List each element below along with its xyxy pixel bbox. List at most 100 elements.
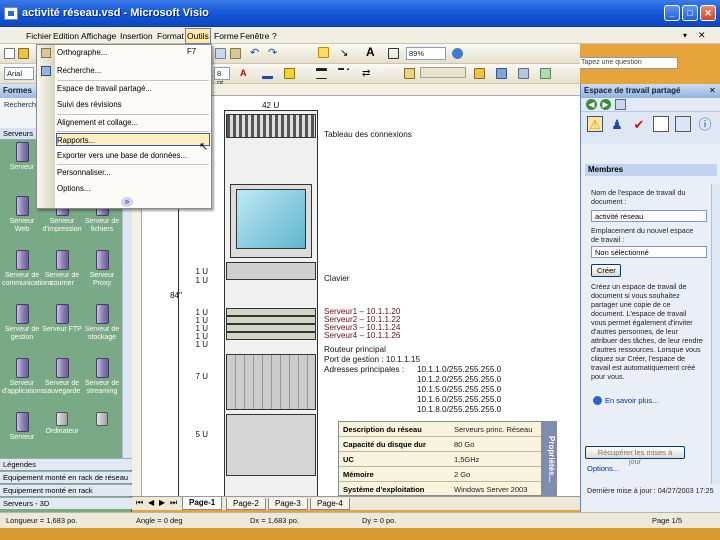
shape-item[interactable]: Serveur Proxy [82, 250, 122, 310]
workspace-name-input[interactable]: activité réseau [591, 210, 707, 222]
menu-affichage[interactable]: Affichage [81, 31, 116, 41]
server-3[interactable] [226, 324, 316, 332]
spell-icon[interactable] [230, 48, 241, 59]
status-icon[interactable]: ⚠ [587, 116, 603, 132]
links-icon[interactable] [675, 116, 691, 132]
property-value[interactable]: 1,5GHz [454, 455, 479, 464]
options-link[interactable]: Options... [587, 464, 619, 473]
new-icon[interactable] [4, 48, 15, 59]
location-select[interactable]: Non sélectionné [591, 246, 707, 258]
redo-icon[interactable]: ↷ [268, 48, 279, 59]
home-icon[interactable] [615, 99, 626, 110]
font-size-combo[interactable]: 8 pt [214, 67, 230, 87]
server-4[interactable] [226, 332, 316, 340]
storage-unit[interactable] [226, 414, 316, 476]
tab-page-3[interactable]: Page-3 [268, 498, 308, 510]
menu-item-personnaliser[interactable]: Personnaliser... [57, 166, 209, 179]
shape-item[interactable]: Serveur de courrier [42, 250, 82, 310]
menu-fenetre[interactable]: Fenêtre [240, 31, 269, 41]
menu-edition[interactable]: Edition [53, 31, 79, 41]
maximize-button[interactable]: □ [682, 5, 698, 21]
format-painter-icon[interactable] [404, 68, 415, 79]
line-pattern-icon[interactable] [338, 68, 349, 79]
fetch-updates-button[interactable]: Récupérer les mises à jour [585, 446, 685, 466]
layout-icon[interactable] [496, 68, 507, 79]
task-pane-scrollbar[interactable] [711, 184, 720, 484]
line-ends-icon[interactable]: ⇄ [362, 68, 373, 79]
menu-item-recherche[interactable]: Recherche... [57, 64, 209, 77]
property-value[interactable]: Serveurs princ. Réseau [454, 425, 532, 434]
shape-item[interactable]: Serveur de stockage [82, 304, 122, 364]
menu-item-options[interactable]: Options... [57, 182, 209, 195]
keyboard-shelf[interactable] [226, 262, 316, 280]
create-button[interactable]: Créer [591, 264, 621, 277]
learn-more-link[interactable]: En savoir plus... [605, 396, 658, 405]
ask-dropdown-icon[interactable]: ▾ [683, 31, 687, 40]
task-pane-close-icon[interactable]: ✕ [709, 86, 716, 95]
shape-item[interactable]: Serveur de streaming [82, 358, 122, 418]
stencil-footer-3[interactable]: Equipement monté en rack [0, 484, 132, 496]
property-value[interactable]: Windows Server 2003 [454, 485, 527, 494]
stencil-footer-1[interactable]: Légendes [0, 458, 132, 470]
connector-tool-icon[interactable]: ↘ [340, 48, 351, 59]
text-tool-icon[interactable]: A [366, 46, 377, 58]
menu-fichier[interactable]: Fichier [26, 31, 52, 41]
members-icon[interactable]: ♟ [609, 116, 625, 132]
zoom-combo[interactable]: 89% [406, 47, 446, 60]
line-weight-icon[interactable] [316, 68, 327, 79]
menu-format[interactable]: Format [157, 31, 184, 41]
fill-color-icon[interactable] [284, 68, 295, 79]
shape-properties-window[interactable]: Description du réseau Serveurs princ. Rés… [338, 421, 558, 496]
menu-item-workspace[interactable]: Espace de travail partagé... [57, 82, 209, 95]
font-combo[interactable]: Arial [4, 67, 34, 80]
rectangle-tool-icon[interactable] [388, 48, 399, 59]
next-page-icon[interactable]: ▶ [159, 498, 165, 507]
help-icon[interactable] [452, 48, 463, 59]
doc-close-icon[interactable]: ✕ [698, 30, 706, 41]
menu-item-rapports[interactable]: Rapports... [56, 133, 210, 146]
open-icon[interactable] [18, 48, 29, 59]
group-icon[interactable] [518, 68, 529, 79]
close-button[interactable]: ✕ [700, 5, 716, 21]
last-page-icon[interactable]: ⏭ [170, 498, 177, 508]
shape-item[interactable]: Serveur de communications [2, 250, 53, 310]
stencil-footer-4[interactable]: Serveurs - 3D [0, 497, 132, 509]
property-value[interactable]: 80 Go [454, 440, 474, 449]
shape-item[interactable]: Serveur d'applications [2, 358, 44, 418]
menu-insertion[interactable]: Insertion [120, 31, 153, 41]
menu-item-revisions[interactable]: Suivi des révisions [57, 98, 209, 111]
property-value[interactable]: 2 Go [454, 470, 470, 479]
monitor[interactable] [230, 184, 312, 258]
expand-menu-icon[interactable]: » [121, 197, 133, 207]
server-2[interactable] [226, 316, 316, 324]
style-combo[interactable] [420, 67, 466, 78]
patch-panel[interactable] [226, 114, 316, 138]
tab-page-1[interactable]: Page-1 [182, 497, 223, 510]
menu-help[interactable]: ? [272, 31, 277, 41]
tab-page-4[interactable]: Page-4 [310, 498, 350, 510]
first-page-icon[interactable]: ⏮ [136, 498, 143, 508]
shape-item[interactable]: Serveur FTP [42, 304, 82, 364]
shape-item[interactable]: Serveur de sauvegarde [42, 358, 82, 418]
prev-page-icon[interactable]: ◀ [148, 498, 154, 507]
server-1[interactable] [226, 308, 316, 316]
shape-item[interactable]: Serveur de gestion [2, 304, 42, 364]
ask-question-box[interactable]: Tapez une question [578, 57, 678, 69]
menu-outils[interactable]: Outils [185, 28, 211, 44]
menu-item-alignement[interactable]: Alignement et collage... [57, 116, 209, 129]
router-unit[interactable] [226, 354, 316, 410]
line-color-icon[interactable] [262, 68, 273, 79]
forward-icon[interactable]: ▶ [600, 99, 611, 110]
menu-item-export-db[interactable]: Exporter vers une base de données... [57, 149, 209, 162]
tasks-icon[interactable]: ✔ [631, 116, 647, 132]
documents-icon[interactable] [653, 116, 669, 132]
pointer-tool-icon[interactable] [318, 47, 329, 58]
stencil-footer-2[interactable]: Equipement monté en rack de réseau [0, 471, 132, 483]
visio-app-icon[interactable] [4, 7, 18, 20]
font-color-icon[interactable]: A [240, 68, 251, 79]
info-icon[interactable]: ⓘ [697, 116, 713, 132]
align-icon[interactable] [540, 68, 551, 79]
minimize-button[interactable]: _ [664, 5, 680, 21]
print-icon[interactable] [215, 48, 226, 59]
shapes-icon[interactable] [474, 68, 485, 79]
